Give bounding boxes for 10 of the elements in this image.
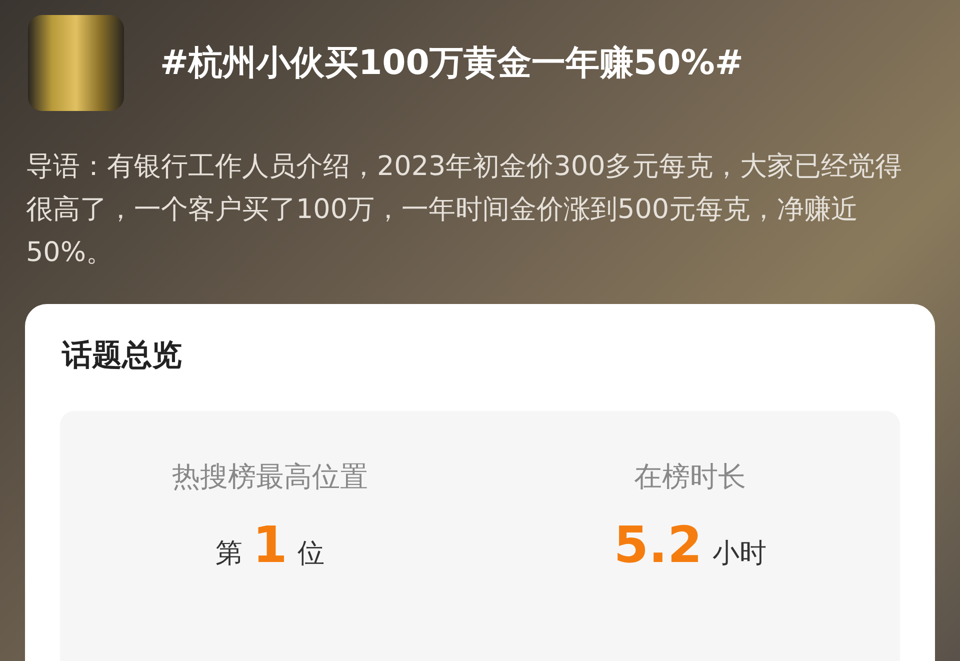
stat-unit: 位 bbox=[297, 537, 324, 571]
stat-value: 5.2 bbox=[614, 517, 702, 573]
stat-unit: 小时 bbox=[712, 537, 766, 571]
card-title: 话题总览 bbox=[60, 337, 183, 375]
stat-label: 在榜时长 bbox=[634, 459, 746, 495]
stat-prefix: 第 bbox=[216, 537, 243, 571]
topic-title: #杭州小伙买100万黄金一年赚50%# bbox=[160, 42, 744, 85]
topic-intro: 导语：有银行工作人员介绍，2023年初金价300多元每克，大家已经觉得很高了，一个客户买了100万，一年时间金价涨到500元每克，净赚近50%。 bbox=[26, 150, 904, 270]
stat-value: 1 bbox=[252, 517, 288, 573]
stat-label: 热搜榜最高位置 bbox=[172, 459, 368, 495]
